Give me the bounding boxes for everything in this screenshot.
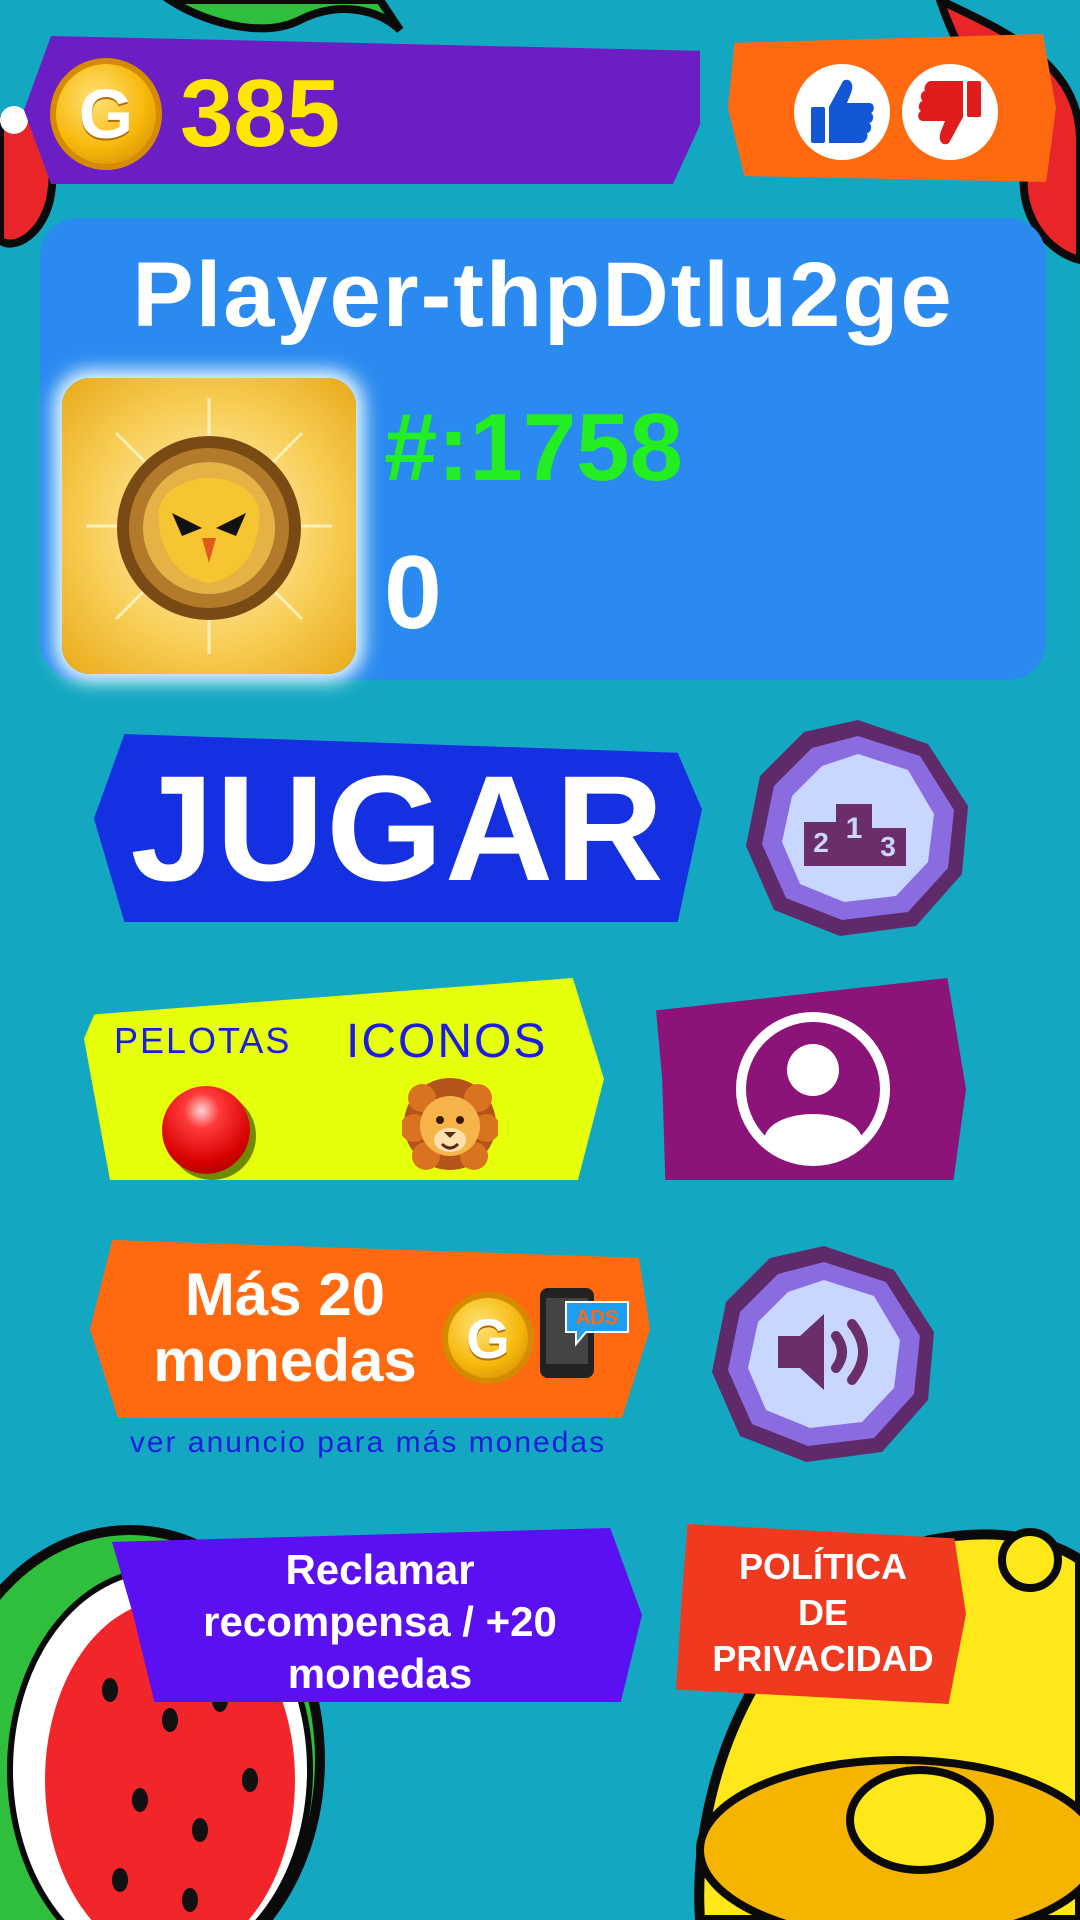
privacy-line3: PRIVACIDAD xyxy=(712,1638,934,1679)
player-score: 0 xyxy=(384,535,442,651)
thumbs-down-icon xyxy=(918,81,981,145)
ball-icon[interactable] xyxy=(162,1086,250,1174)
player-name: Player-thpDtlu2ge xyxy=(132,244,954,346)
claim-line2: recompensa / +20 xyxy=(203,1598,557,1645)
player-badge xyxy=(62,378,356,674)
dislike-button[interactable] xyxy=(902,64,998,160)
player-rank: #:1758 xyxy=(384,394,683,501)
svg-text:1: 1 xyxy=(846,812,863,845)
sound-button[interactable] xyxy=(706,1240,942,1471)
coin-icon: G xyxy=(442,1292,534,1384)
leaderboard-button[interactable]: 1 2 3 xyxy=(740,714,976,945)
privacy-line1: POLÍTICA xyxy=(739,1546,907,1587)
play-button[interactable]: JUGAR xyxy=(94,734,702,922)
svg-text:ADS: ADS xyxy=(576,1307,618,1329)
icons-label[interactable]: ICONOS xyxy=(346,1014,547,1069)
claim-reward-label[interactable]: Reclamar recompensa / +20 monedas xyxy=(130,1544,630,1700)
privacy-line2: DE xyxy=(797,1592,848,1633)
ads-phone-icon: ADS xyxy=(536,1284,632,1389)
watch-ad-hint: ver anuncio para más monedas xyxy=(129,1426,607,1459)
lion-face-icon xyxy=(400,1078,500,1170)
claim-line1: Reclamar xyxy=(285,1546,475,1593)
like-button[interactable] xyxy=(794,64,890,160)
lion-icon[interactable] xyxy=(400,1076,500,1177)
customization-panel xyxy=(84,978,604,1180)
coin-icon: G xyxy=(50,58,162,170)
podium-icon: 1 2 3 xyxy=(746,720,968,936)
svg-text:3: 3 xyxy=(880,831,896,862)
user-avatar-icon[interactable] xyxy=(728,1010,898,1173)
play-label: JUGAR xyxy=(130,743,666,912)
balls-label[interactable]: PELOTAS xyxy=(114,1020,291,1062)
coin-count: 385 xyxy=(180,60,341,167)
golden-eagle-badge-icon xyxy=(86,398,332,654)
thumbs-up-icon xyxy=(811,79,874,143)
speaker-icon xyxy=(712,1246,934,1462)
watch-ad-title-line1: Más 20 xyxy=(184,1261,386,1328)
privacy-policy-label[interactable]: POLÍTICA DE PRIVACIDAD xyxy=(680,1544,966,1682)
watch-ad-title-line2: monedas xyxy=(153,1327,417,1394)
rating-bar xyxy=(728,34,1056,182)
claim-line3: monedas xyxy=(287,1650,473,1697)
svg-text:2: 2 xyxy=(813,827,829,858)
watch-ad-title[interactable]: Más 20 monedas xyxy=(120,1262,450,1394)
